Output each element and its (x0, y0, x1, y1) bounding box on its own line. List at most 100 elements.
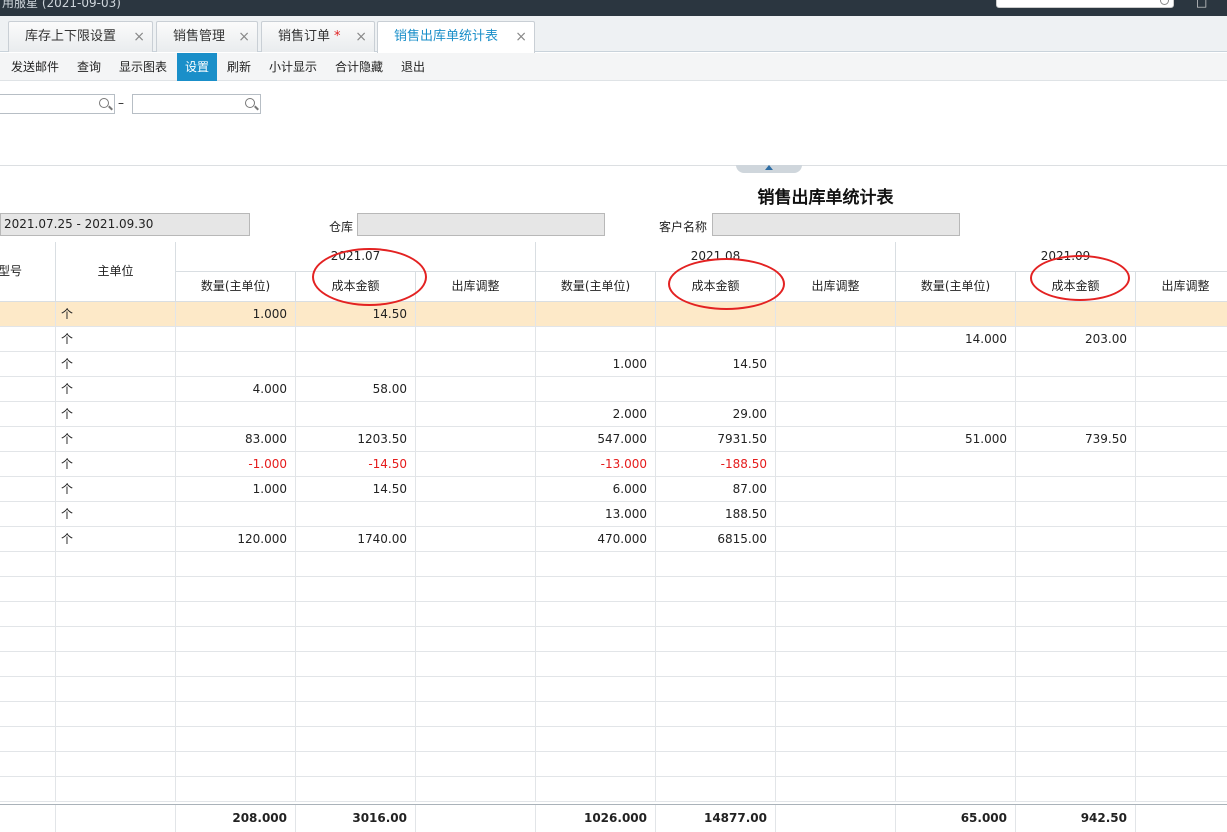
tab-sales-order[interactable]: 销售订单 * × (261, 21, 375, 52)
cell-value[interactable] (1136, 702, 1227, 727)
cell-value[interactable] (176, 627, 296, 652)
cell-value[interactable] (896, 752, 1016, 777)
cell-unit[interactable] (56, 752, 176, 777)
cell-model[interactable] (0, 602, 56, 627)
cell-value[interactable] (176, 652, 296, 677)
table-row[interactable]: 个 13.000 188.50 (0, 502, 1227, 527)
cell-value[interactable] (416, 452, 536, 477)
cell-value[interactable] (296, 677, 416, 702)
cell-value[interactable]: 7931.50 (656, 427, 776, 452)
cell-value[interactable] (776, 352, 896, 377)
query-button[interactable]: 查询 (70, 53, 108, 81)
collapse-handle[interactable] (736, 165, 802, 173)
tab-inventory-limits[interactable]: 库存上下限设置 × (8, 21, 153, 52)
cell-value[interactable] (536, 677, 656, 702)
cell-value[interactable] (656, 377, 776, 402)
cell-model[interactable] (0, 427, 56, 452)
cell-value[interactable]: 4.000 (176, 377, 296, 402)
cell-value[interactable]: 6815.00 (656, 527, 776, 552)
cell-model[interactable] (0, 502, 56, 527)
cell-value[interactable] (896, 777, 1016, 802)
cell-unit[interactable]: 个 (56, 377, 176, 402)
cell-value[interactable] (1136, 327, 1227, 352)
cell-model[interactable] (0, 352, 56, 377)
cell-value[interactable] (536, 327, 656, 352)
cell-value[interactable] (176, 577, 296, 602)
header-adjust[interactable]: 出库调整 (1136, 272, 1227, 302)
cell-value[interactable]: 470.000 (536, 527, 656, 552)
cell-value[interactable] (776, 427, 896, 452)
cell-value[interactable] (896, 402, 1016, 427)
cell-value[interactable] (416, 477, 536, 502)
cell-value[interactable] (416, 502, 536, 527)
refresh-button[interactable]: 刷新 (220, 53, 258, 81)
close-icon[interactable]: × (515, 22, 527, 52)
cell-value[interactable] (536, 302, 656, 327)
show-chart-button[interactable]: 显示图表 (112, 53, 174, 81)
table-row[interactable] (0, 702, 1227, 727)
table-row[interactable] (0, 552, 1227, 577)
cell-unit[interactable]: 个 (56, 327, 176, 352)
cell-value[interactable] (1016, 752, 1136, 777)
exit-button[interactable]: 退出 (394, 53, 432, 81)
cell-value[interactable] (536, 377, 656, 402)
cell-model[interactable] (0, 377, 56, 402)
cell-model[interactable] (0, 477, 56, 502)
cell-value[interactable] (536, 652, 656, 677)
cell-value[interactable]: 14.50 (296, 302, 416, 327)
cell-value[interactable] (1016, 452, 1136, 477)
cell-unit[interactable] (56, 652, 176, 677)
cell-value[interactable]: -13.000 (536, 452, 656, 477)
cell-value[interactable] (896, 652, 1016, 677)
range-end-input[interactable] (132, 94, 261, 114)
subtotal-show-button[interactable]: 小计显示 (262, 53, 324, 81)
cell-model[interactable] (0, 452, 56, 477)
cell-value[interactable] (296, 777, 416, 802)
cell-value[interactable] (896, 302, 1016, 327)
header-adjust[interactable]: 出库调整 (776, 272, 896, 302)
table-row[interactable] (0, 602, 1227, 627)
cell-value[interactable]: 1.000 (176, 302, 296, 327)
cell-value[interactable] (1136, 527, 1227, 552)
cell-value[interactable] (296, 502, 416, 527)
cell-value[interactable] (416, 377, 536, 402)
cell-value[interactable] (416, 677, 536, 702)
cell-value[interactable]: 1.000 (536, 352, 656, 377)
cell-value[interactable] (776, 377, 896, 402)
cell-value[interactable] (1016, 677, 1136, 702)
cell-value[interactable] (776, 602, 896, 627)
cell-value[interactable] (296, 752, 416, 777)
cell-unit[interactable]: 个 (56, 502, 176, 527)
cell-value[interactable]: 87.00 (656, 477, 776, 502)
lookup-icon[interactable] (99, 98, 109, 108)
cell-value[interactable]: 29.00 (656, 402, 776, 427)
cell-value[interactable] (1016, 377, 1136, 402)
cell-value[interactable] (1136, 552, 1227, 577)
table-row[interactable] (0, 577, 1227, 602)
table-row[interactable] (0, 627, 1227, 652)
cell-value[interactable] (536, 702, 656, 727)
cell-model[interactable] (0, 777, 56, 802)
close-icon[interactable]: × (133, 22, 145, 52)
table-row[interactable]: 个 1.000 14.50 (0, 302, 1227, 327)
cell-value[interactable] (896, 577, 1016, 602)
cell-value[interactable]: 51.000 (896, 427, 1016, 452)
cell-value[interactable] (1016, 352, 1136, 377)
cell-model[interactable] (0, 577, 56, 602)
cell-value[interactable] (776, 677, 896, 702)
cell-value[interactable] (176, 352, 296, 377)
cell-value[interactable] (896, 377, 1016, 402)
cell-value[interactable] (776, 777, 896, 802)
cell-value[interactable] (776, 627, 896, 652)
cell-value[interactable] (656, 677, 776, 702)
cell-value[interactable] (536, 777, 656, 802)
header-qty[interactable]: 数量(主单位) (536, 272, 656, 302)
table-row[interactable] (0, 752, 1227, 777)
cell-value[interactable] (1136, 752, 1227, 777)
table-row[interactable]: 个 120.000 1740.00 470.000 6815.00 (0, 527, 1227, 552)
cell-value[interactable] (416, 752, 536, 777)
cell-value[interactable] (776, 652, 896, 677)
cell-value[interactable] (776, 327, 896, 352)
cell-value[interactable] (296, 602, 416, 627)
cell-value[interactable]: 739.50 (1016, 427, 1136, 452)
